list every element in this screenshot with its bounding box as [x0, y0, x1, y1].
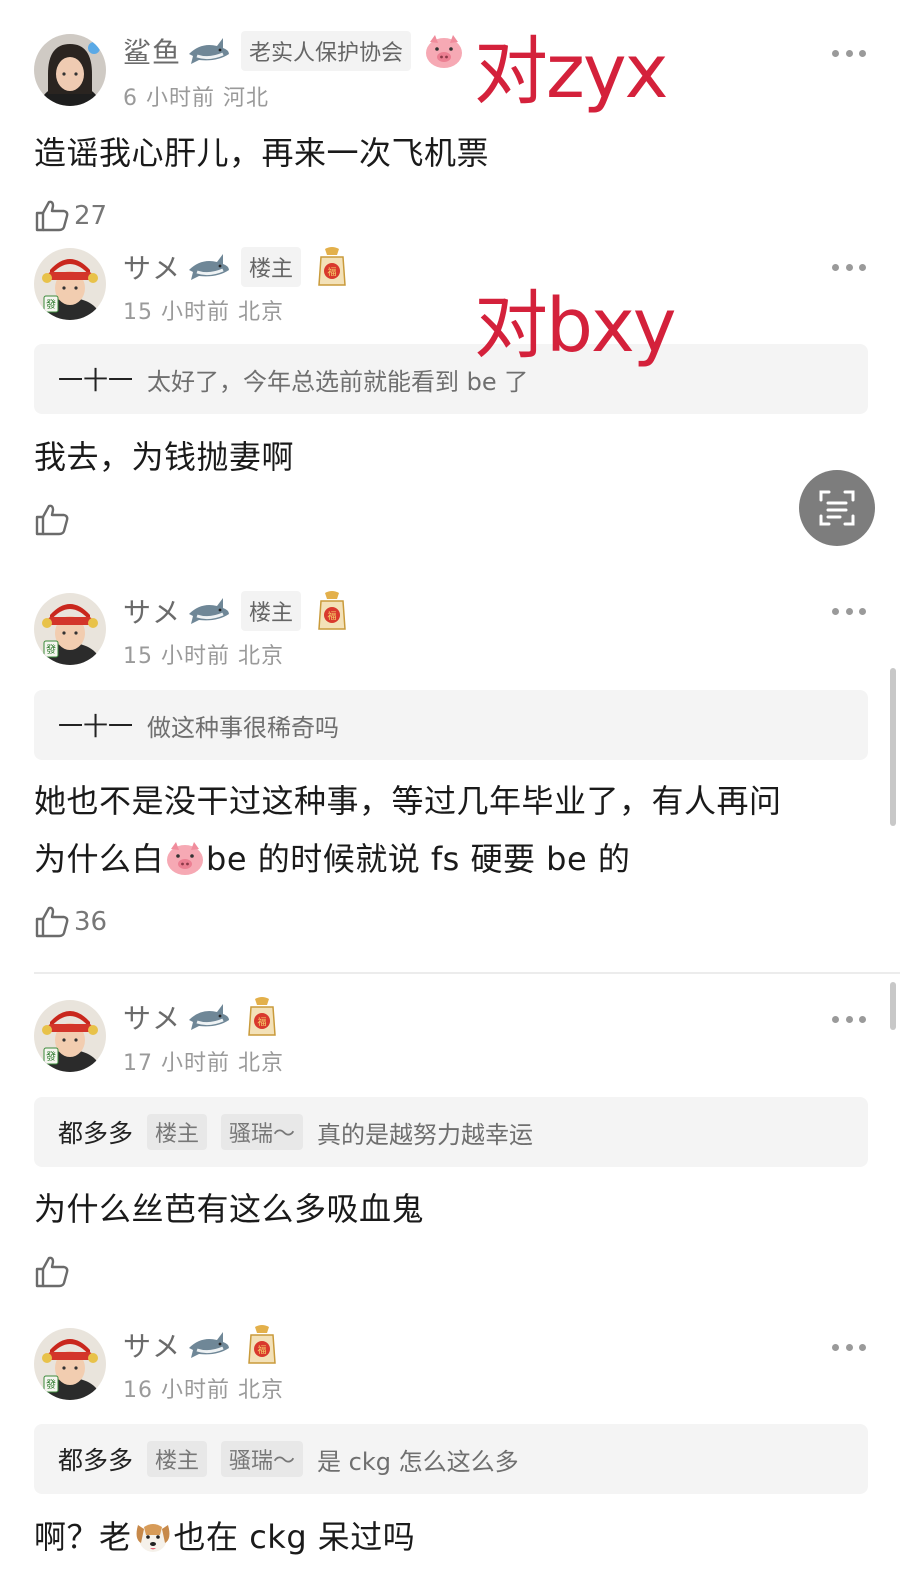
more-icon[interactable]: [832, 1014, 866, 1024]
like-icon: [34, 1254, 70, 1290]
avatar[interactable]: [34, 1328, 106, 1400]
quoted-text: 做这种事很稀奇吗: [147, 713, 340, 742]
shark-icon: [187, 250, 231, 284]
quoted-reply[interactable]: 都多多 楼主 骚瑞～ 是 ckg 怎么这么多: [34, 1424, 868, 1494]
quoted-tag: 骚瑞～: [221, 1441, 304, 1477]
op-tag: 楼主: [241, 247, 302, 287]
quoted-username: 都多多: [58, 1446, 134, 1475]
like-icon: [34, 198, 70, 234]
avatar[interactable]: [34, 248, 106, 320]
fortune-bag-icon: [315, 589, 349, 633]
quoted-reply[interactable]: 一十一 太好了，今年总选前就能看到 be 了: [34, 344, 868, 414]
quoted-reply[interactable]: 一十一 做这种事很稀奇吗: [34, 690, 868, 760]
overlay-annotation: 对zyx: [474, 29, 668, 115]
comment-text-line: 为什么白 be 的时候就说 fs 硬要 be 的: [34, 839, 631, 878]
fortune-bag-icon: [245, 1323, 279, 1367]
fortune-bag-icon: [245, 995, 279, 1039]
like-icon: [34, 904, 70, 940]
more-icon[interactable]: [832, 1342, 866, 1352]
avatar[interactable]: [34, 1000, 106, 1072]
like-button[interactable]: [34, 1252, 70, 1292]
quoted-text: 太好了，今年总选前就能看到 be 了: [147, 367, 529, 396]
avatar[interactable]: [34, 34, 106, 106]
quoted-op-tag: 楼主: [147, 1114, 208, 1150]
username[interactable]: サメ: [123, 247, 181, 287]
username[interactable]: サメ: [123, 591, 181, 631]
quoted-text: 真的是越努力越幸运: [317, 1120, 534, 1149]
comment-text: 啊？老 也在 ckg 呆过吗: [34, 1517, 416, 1556]
comment-meta: 15 小时前 北京: [123, 644, 284, 669]
comment-meta: 6 小时前 河北: [123, 86, 269, 111]
comment-text: 造谣我心肝儿，再来一次飞机票: [34, 134, 490, 172]
shark-icon: [187, 1000, 231, 1034]
like-button[interactable]: 36: [34, 902, 107, 942]
like-icon: [34, 502, 70, 538]
scan-button[interactable]: [799, 470, 875, 546]
username[interactable]: 鲨鱼: [123, 31, 181, 71]
comment-meta: 16 小时前 北京: [123, 1378, 284, 1403]
more-icon[interactable]: [832, 48, 866, 58]
quoted-text: 是 ckg 怎么这么多: [317, 1447, 519, 1476]
like-button[interactable]: [34, 500, 70, 540]
name-row: サメ: [123, 996, 279, 1038]
name-row: サメ 楼主: [123, 246, 349, 288]
comment-meta: 15 小时前 北京: [123, 300, 284, 325]
comment-text: 我去，为钱抛妻啊: [34, 438, 295, 476]
pig-badge-icon: [423, 30, 465, 72]
scrollbar-secondary[interactable]: [890, 982, 896, 1030]
name-row: サメ: [123, 1324, 279, 1366]
more-icon[interactable]: [832, 262, 866, 272]
section-divider: [34, 972, 900, 974]
like-count: 36: [74, 907, 108, 937]
quoted-op-tag: 楼主: [147, 1441, 208, 1477]
shark-icon: [187, 34, 231, 68]
comment-text: 她也不是没干过这种事，等过几年毕业了，有人再问 为什么白 be 的时候就说 fs …: [34, 772, 864, 888]
quoted-tag: 骚瑞～: [221, 1114, 304, 1150]
like-count: 27: [74, 201, 108, 231]
name-row: 鲨鱼 老实人保护协会: [123, 30, 465, 72]
comment-text: 为什么丝芭有这么多吸血鬼: [34, 1190, 425, 1228]
fortune-bag-icon: [315, 245, 349, 289]
fan-group-tag[interactable]: 老实人保护协会: [241, 31, 412, 71]
dog-emoji-icon: [132, 1517, 174, 1555]
overlay-annotation: 对bxy: [474, 283, 677, 369]
pig-emoji-icon: [164, 839, 206, 877]
quoted-username: 都多多: [58, 1119, 134, 1148]
comment-meta: 17 小时前 北京: [123, 1051, 284, 1076]
name-row: サメ 楼主: [123, 590, 349, 632]
shark-icon: [187, 1328, 231, 1362]
username[interactable]: サメ: [123, 1325, 181, 1365]
shark-icon: [187, 594, 231, 628]
more-icon[interactable]: [832, 606, 866, 616]
scan-icon: [819, 490, 855, 526]
comment-text-line: 她也不是没干过这种事，等过几年毕业了，有人再问: [34, 782, 782, 820]
scrollbar[interactable]: [890, 668, 896, 826]
quoted-username: 一十一: [58, 366, 134, 395]
quoted-reply[interactable]: 都多多 楼主 骚瑞～ 真的是越努力越幸运: [34, 1097, 868, 1167]
username[interactable]: サメ: [123, 997, 181, 1037]
op-tag: 楼主: [241, 591, 302, 631]
like-button[interactable]: 27: [34, 196, 107, 236]
quoted-username: 一十一: [58, 712, 134, 741]
avatar[interactable]: [34, 593, 106, 665]
